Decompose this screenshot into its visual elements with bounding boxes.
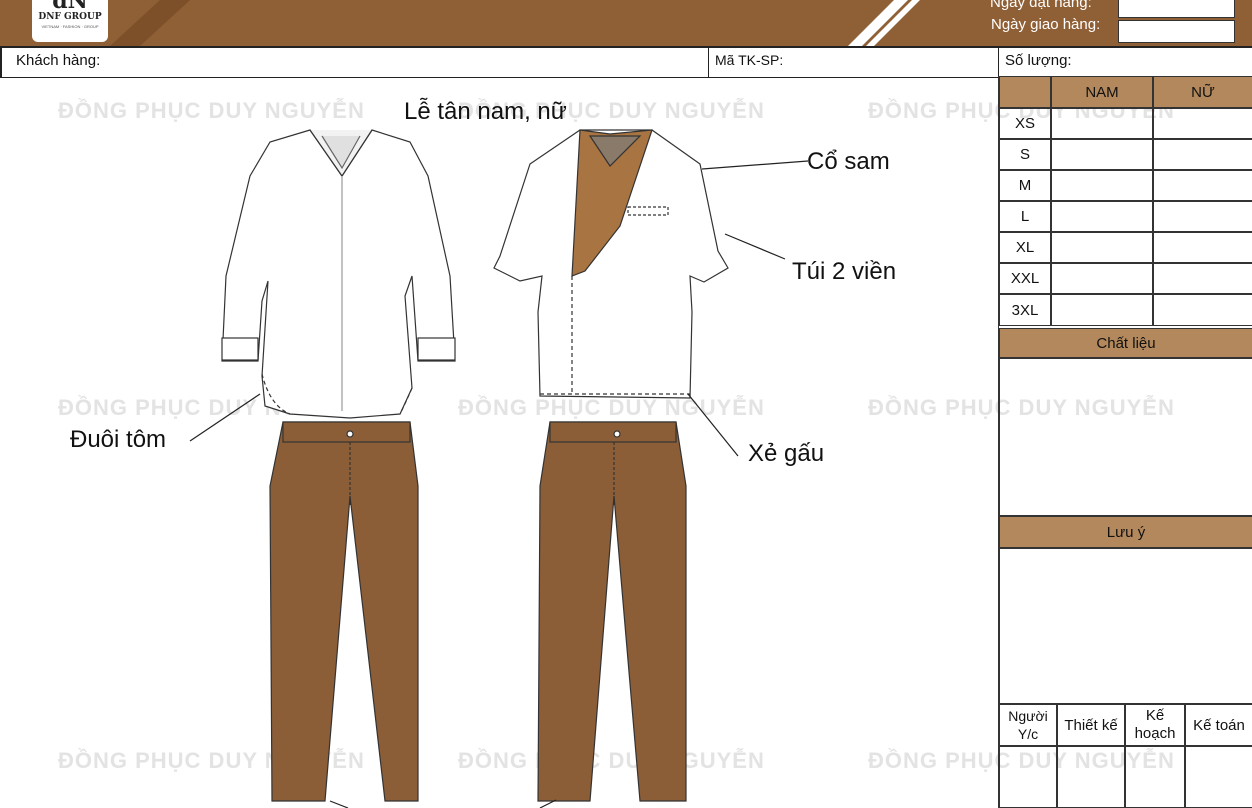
signature-requester-box[interactable] bbox=[999, 746, 1057, 808]
material-header: Chất liệu bbox=[999, 328, 1252, 358]
quantity-field[interactable]: Số lượng: bbox=[998, 48, 1252, 77]
signature-accounting-box[interactable] bbox=[1185, 746, 1252, 808]
delivery-date-field[interactable] bbox=[1118, 20, 1235, 43]
qty-women-cell[interactable] bbox=[1153, 263, 1252, 294]
size-label: XL bbox=[999, 232, 1051, 263]
signature-accounting-label: Kế toán bbox=[1185, 704, 1252, 746]
qty-women-cell[interactable] bbox=[1153, 232, 1252, 263]
quantity-label: Số lượng: bbox=[1005, 52, 1072, 69]
product-code-label: Mã TK-SP: bbox=[715, 52, 784, 68]
size-label: XXL bbox=[999, 263, 1051, 294]
signature-designer-box[interactable] bbox=[1057, 746, 1125, 808]
qty-men-cell[interactable] bbox=[1051, 139, 1153, 170]
callout-slit: Xẻ gấu bbox=[748, 440, 825, 467]
size-header-women: NỮ bbox=[1153, 76, 1252, 108]
notes-header: Lưu ý bbox=[999, 516, 1252, 548]
callout-collar: Cổ sam bbox=[807, 148, 890, 175]
product-code-field[interactable]: Mã TK-SP: bbox=[708, 48, 998, 77]
order-panel: NAM NỮ XS S M L XL XXL 3XL Chất liệu Lưu… bbox=[998, 76, 1252, 808]
info-row: Khách hàng: Mã TK-SP: Số lượng: bbox=[0, 46, 1252, 78]
signature-planning-box[interactable] bbox=[1125, 746, 1185, 808]
qty-men-cell[interactable] bbox=[1051, 232, 1153, 263]
customer-label: Khách hàng: bbox=[16, 52, 101, 69]
size-header-men: NAM bbox=[1051, 76, 1153, 108]
callout-pocket: Túi 2 viền bbox=[792, 258, 897, 285]
material-field[interactable] bbox=[999, 358, 1252, 516]
size-label: L bbox=[999, 201, 1051, 232]
logo-text: DNF GROUP bbox=[38, 12, 102, 22]
order-date-label: Ngày đặt hàng: bbox=[990, 0, 1092, 11]
customer-field[interactable]: Khách hàng: bbox=[0, 48, 708, 77]
logo-subtitle: VIETNAM · FASHION · GROUP bbox=[41, 24, 99, 29]
qty-women-cell[interactable] bbox=[1153, 201, 1252, 232]
qty-men-cell[interactable] bbox=[1051, 108, 1153, 139]
qty-men-cell[interactable] bbox=[1051, 294, 1153, 326]
signature-designer-label: Thiết kế bbox=[1057, 704, 1125, 746]
signature-requester-label: Người Y/c bbox=[999, 704, 1057, 746]
notes-field[interactable] bbox=[999, 548, 1252, 704]
callout-shrimp-hem: Đuôi tôm bbox=[70, 426, 167, 453]
qty-men-cell[interactable] bbox=[1051, 170, 1153, 201]
size-label: XS bbox=[999, 108, 1051, 139]
qty-men-cell[interactable] bbox=[1051, 263, 1153, 294]
female-trousers bbox=[269, 421, 419, 802]
qty-women-cell[interactable] bbox=[1153, 170, 1252, 201]
qty-women-cell[interactable] bbox=[1153, 139, 1252, 170]
male-shirt bbox=[493, 129, 729, 399]
size-label: 3XL bbox=[999, 294, 1051, 326]
company-logo: dN DNF GROUP VIETNAM · FASHION · GROUP bbox=[32, 0, 108, 42]
size-label: S bbox=[999, 139, 1051, 170]
order-date-field[interactable] bbox=[1118, 0, 1235, 18]
header-band: dN DNF GROUP VIETNAM · FASHION · GROUP N… bbox=[0, 0, 1252, 46]
qty-women-cell[interactable] bbox=[1153, 294, 1252, 326]
signature-planning-label: Kế hoạch bbox=[1125, 704, 1185, 746]
qty-men-cell[interactable] bbox=[1051, 201, 1153, 232]
size-header-blank bbox=[999, 76, 1051, 108]
delivery-date-label: Ngày giao hàng: bbox=[991, 16, 1101, 33]
design-title: Lễ tân nam, nữ bbox=[404, 98, 567, 125]
size-label: M bbox=[999, 170, 1051, 201]
female-blouse bbox=[221, 129, 456, 419]
male-trousers bbox=[537, 421, 687, 802]
qty-women-cell[interactable] bbox=[1153, 108, 1252, 139]
